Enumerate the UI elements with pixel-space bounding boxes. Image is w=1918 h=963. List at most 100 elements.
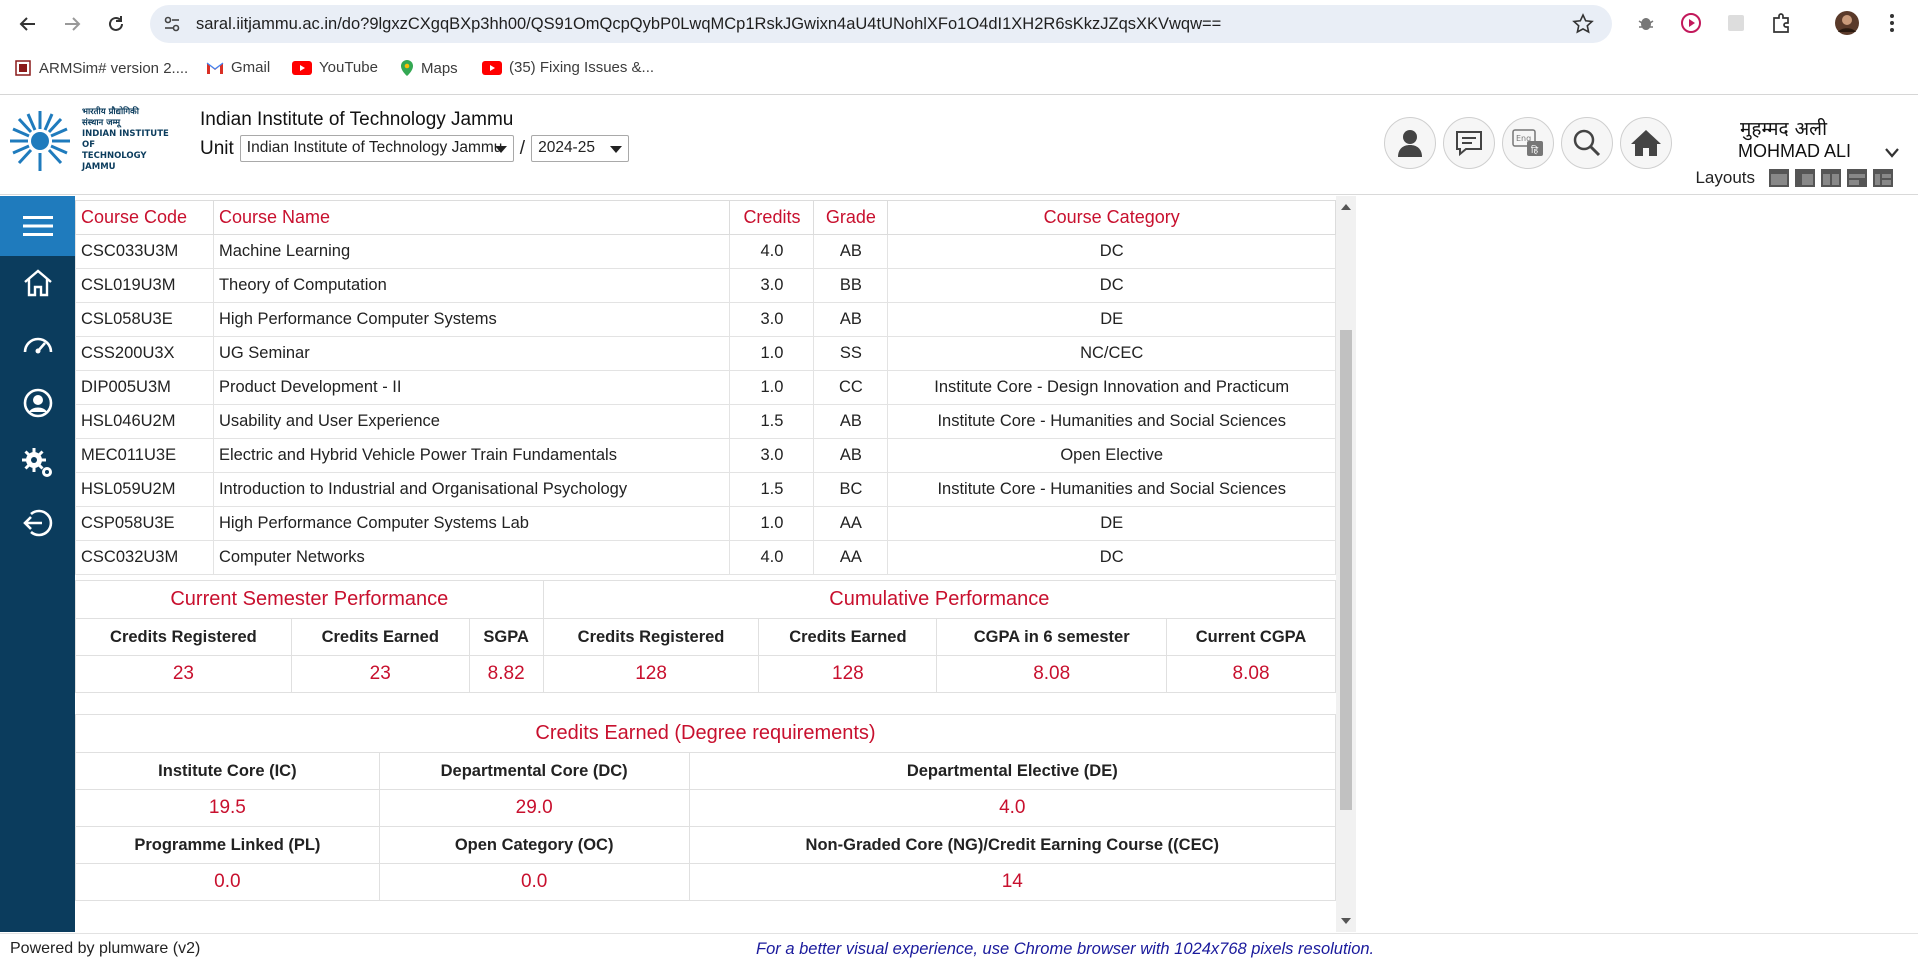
sidebar-item-settings[interactable]	[0, 438, 75, 488]
bug-extension-icon[interactable]	[1632, 9, 1660, 37]
course-code: CSC032U3M	[75, 540, 214, 575]
current-credits-earned-label: Credits Earned	[290, 618, 470, 656]
extension-placeholder-icon[interactable]	[1722, 9, 1750, 37]
bookmark-gmail[interactable]: Gmail	[206, 59, 270, 76]
address-bar[interactable]: saral.iitjammu.ac.in/do?9lgxzCXgqBXp3hh0…	[150, 5, 1612, 43]
powered-by-text: Powered by plumware (v2)	[10, 940, 201, 957]
bookmark-label: ARMSim# version 2....	[39, 59, 189, 77]
user-menu[interactable]: MOHMAD ALI	[1738, 141, 1851, 162]
scrollbar-thumb[interactable]	[1340, 330, 1352, 810]
cumulative-credits-registered-value: 128	[542, 655, 760, 693]
sgpa-label: SGPA	[468, 618, 544, 656]
academic-year-select[interactable]: 2024-25	[531, 135, 630, 162]
layout-two-column-icon[interactable]	[1821, 169, 1841, 187]
gmail-icon	[206, 62, 224, 74]
sidebar	[0, 196, 75, 932]
unit-label: Unit	[200, 137, 234, 159]
scroll-down-arrow-icon[interactable]	[1341, 918, 1351, 924]
bookmarks-bar: ARMSim# version 2.... Gmail YouTube Maps…	[0, 50, 1918, 90]
content-scrollbar[interactable]	[1336, 196, 1356, 932]
course-category: Institute Core - Humanities and Social S…	[887, 404, 1336, 439]
layout-full-icon[interactable]	[1769, 169, 1789, 187]
app-header: भारतीय प्रौद्योगिकी संस्थान जम्मू INDIAN…	[0, 95, 1918, 195]
sidebar-item-dashboard[interactable]	[0, 318, 75, 368]
table-row: MEC011U3E Electric and Hybrid Vehicle Pow…	[75, 438, 1336, 473]
site-info-icon[interactable]	[162, 14, 182, 38]
col-credits: Credits	[729, 200, 815, 235]
oc-label: Open Category (OC)	[378, 826, 690, 864]
browser-toolbar: saral.iitjammu.ac.in/do?9lgxzCXgqBXp3hh0…	[0, 0, 1918, 47]
course-name: Machine Learning	[212, 234, 731, 269]
forward-button[interactable]	[56, 8, 88, 40]
course-code: CSP058U3E	[75, 506, 214, 541]
col-course-name: Course Name	[212, 200, 731, 235]
course-code: CSC033U3M	[75, 234, 214, 269]
course-category: DC	[887, 234, 1336, 269]
layout-grid-icon[interactable]	[1873, 169, 1893, 187]
browser-recommendation-note: For a better visual experience, use Chro…	[756, 940, 1375, 958]
layout-sidebar-icon[interactable]	[1795, 169, 1815, 187]
url-text[interactable]: saral.iitjammu.ac.in/do?9lgxzCXgqBXp3hh0…	[196, 15, 1221, 34]
svg-text:हि: हि	[1531, 144, 1538, 156]
extensions-puzzle-icon[interactable]	[1767, 9, 1795, 37]
settings-icon	[21, 448, 52, 477]
course-category: DE	[887, 302, 1336, 337]
browser-menu-icon[interactable]	[1878, 9, 1906, 37]
sidebar-item-profile[interactable]	[0, 378, 75, 428]
back-button[interactable]	[12, 8, 44, 40]
ng-cec-label: Non-Graded Core (NG)/Credit Earning Cour…	[688, 826, 1336, 864]
reload-icon	[109, 16, 123, 31]
profile-button[interactable]	[1384, 117, 1436, 169]
home-button[interactable]	[1620, 117, 1672, 169]
course-name: High Performance Computer Systems Lab	[212, 506, 731, 541]
logo-text-en-1: INDIAN INSTITUTE OF	[82, 129, 169, 150]
layout-rows-icon[interactable]	[1847, 169, 1867, 187]
chat-icon	[1456, 131, 1482, 157]
bookmark-star-icon[interactable]	[1572, 13, 1594, 39]
course-credits: 1.0	[729, 506, 815, 541]
logo-text-hindi-2: संस्थान जम्मू	[82, 118, 121, 128]
record-extension-icon[interactable]	[1677, 9, 1705, 37]
cgpa-semester-label: CGPA in 6 semester	[936, 618, 1168, 656]
profile-avatar-icon[interactable]	[1833, 9, 1861, 37]
user-icon	[1398, 130, 1422, 157]
oc-value: 0.0	[378, 863, 690, 901]
messages-button[interactable]	[1443, 117, 1495, 169]
menu-toggle-button[interactable]	[0, 196, 75, 256]
reload-button[interactable]	[100, 8, 132, 40]
current-cgpa-label: Current CGPA	[1166, 618, 1336, 656]
sidebar-item-home[interactable]	[0, 258, 75, 308]
col-course-code: Course Code	[75, 200, 214, 235]
course-name: Usability and User Experience	[212, 404, 731, 439]
user-menu-chevron-icon[interactable]	[1884, 147, 1900, 159]
bookmark-armsim[interactable]: ARMSim# version 2....	[14, 59, 188, 77]
sidebar-item-logout[interactable]	[0, 498, 75, 548]
bookmark-maps[interactable]: Maps	[400, 59, 458, 77]
language-button[interactable]: Eng हि	[1502, 117, 1554, 169]
table-row: HSL059U2M Introduction to Industrial and …	[75, 472, 1336, 507]
course-grade: CC	[813, 370, 889, 405]
course-grade: AA	[813, 540, 889, 575]
course-category: DE	[887, 506, 1336, 541]
institute-logo[interactable]: भारतीय प्रौद्योगिकी संस्थान जम्मू INDIAN…	[6, 105, 178, 175]
course-grade: AB	[813, 302, 889, 337]
current-credits-registered-label: Credits Registered	[75, 618, 292, 656]
course-category: Open Elective	[887, 438, 1336, 473]
course-name: Theory of Computation	[212, 268, 731, 303]
pl-value: 0.0	[75, 863, 380, 901]
bookmark-youtube[interactable]: YouTube	[292, 59, 378, 76]
chevron-down-icon	[494, 146, 507, 153]
course-category: Institute Core - Humanities and Social S…	[887, 472, 1336, 507]
cumulative-credits-registered-label: Credits Registered	[542, 618, 760, 656]
ic-value: 19.5	[75, 789, 380, 827]
forward-arrow-icon	[65, 17, 81, 31]
youtube-icon	[482, 60, 502, 75]
unit-select[interactable]: Indian Institute of Technology Jammu	[239, 135, 514, 162]
scroll-up-arrow-icon[interactable]	[1341, 204, 1351, 210]
layouts-switcher: Layouts	[1695, 168, 1893, 188]
course-grade: SS	[813, 336, 889, 371]
bookmark-fixing-issues[interactable]: (35) Fixing Issues &...	[482, 59, 654, 76]
course-code: HSL059U2M	[75, 472, 214, 507]
unit-selector-row: Unit Indian Institute of Technology Jamm…	[200, 135, 630, 162]
search-button[interactable]	[1561, 117, 1613, 169]
